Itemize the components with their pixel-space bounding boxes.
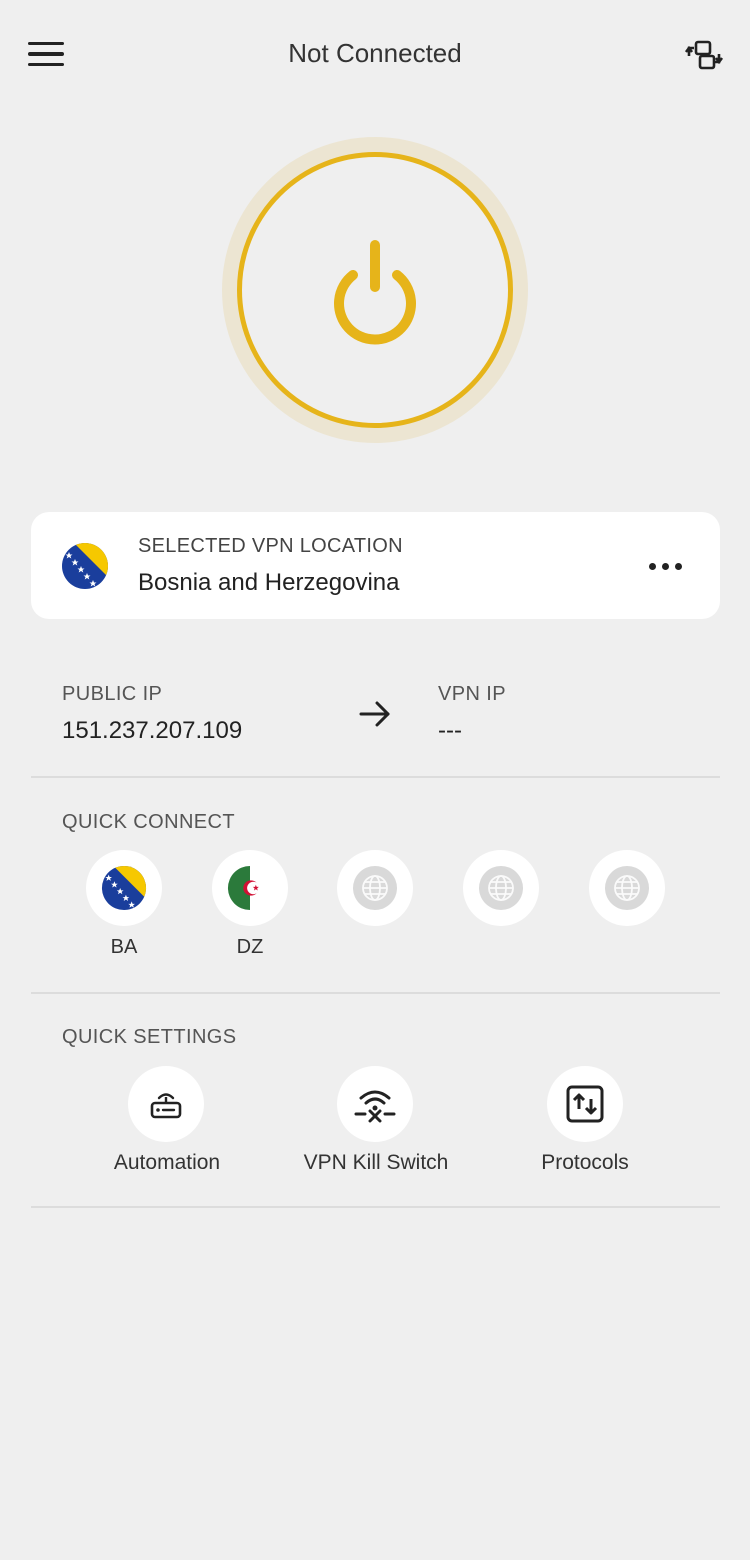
quick-connect-ba[interactable]: [86, 850, 162, 926]
protocol-swap-icon: [566, 1085, 604, 1123]
wifi-off-icon: [354, 1090, 396, 1123]
more-dots-icon[interactable]: [643, 552, 687, 580]
globe-icon: [479, 866, 523, 910]
quick-settings-label: QUICK SETTINGS: [62, 1026, 237, 1048]
quick-connect-label: QUICK CONNECT: [62, 811, 235, 833]
arrow-right-icon: [359, 701, 390, 727]
quick-connect-code: BA: [110, 936, 138, 958]
globe-icon: [353, 866, 397, 910]
selected-location-name: Bosnia and Herzegovina: [138, 569, 400, 596]
flag-ba-icon: [62, 543, 108, 589]
globe-icon: [605, 866, 649, 910]
quick-connect-code: DZ: [236, 936, 264, 958]
divider: [31, 992, 720, 994]
divider: [31, 776, 720, 778]
quick-connect-empty-slot[interactable]: [589, 850, 665, 926]
protocols-button[interactable]: [547, 1066, 623, 1142]
public-ip-label: PUBLIC IP: [62, 683, 163, 705]
kill-switch-label: VPN Kill Switch: [303, 1151, 449, 1174]
automation-button[interactable]: [128, 1066, 204, 1142]
router-icon: [150, 1093, 182, 1119]
divider: [31, 1206, 720, 1208]
selected-location-caption: SELECTED VPN LOCATION: [138, 535, 403, 557]
quick-connect-dz[interactable]: [212, 850, 288, 926]
vpn-ip-value: ---: [438, 717, 462, 744]
power-button[interactable]: [237, 152, 513, 428]
public-ip-value: 151.237.207.109: [62, 717, 243, 744]
flag-dz-icon: [227, 865, 273, 911]
selected-location-card[interactable]: SELECTED VPN LOCATION Bosnia and Herzego…: [31, 512, 720, 619]
connection-status-title: Not Connected: [288, 38, 462, 68]
power-icon: [334, 240, 416, 345]
protocols-label: Protocols: [541, 1151, 629, 1174]
kill-switch-button[interactable]: [337, 1066, 413, 1142]
top-bar: Not Connected: [0, 0, 750, 108]
vpn-ip-label: VPN IP: [438, 683, 506, 705]
flag-ba-icon: [101, 865, 147, 911]
quick-connect-empty-slot[interactable]: [337, 850, 413, 926]
switch-server-icon[interactable]: [684, 36, 724, 74]
quick-connect-empty-slot[interactable]: [463, 850, 539, 926]
automation-label: Automation: [113, 1151, 221, 1174]
